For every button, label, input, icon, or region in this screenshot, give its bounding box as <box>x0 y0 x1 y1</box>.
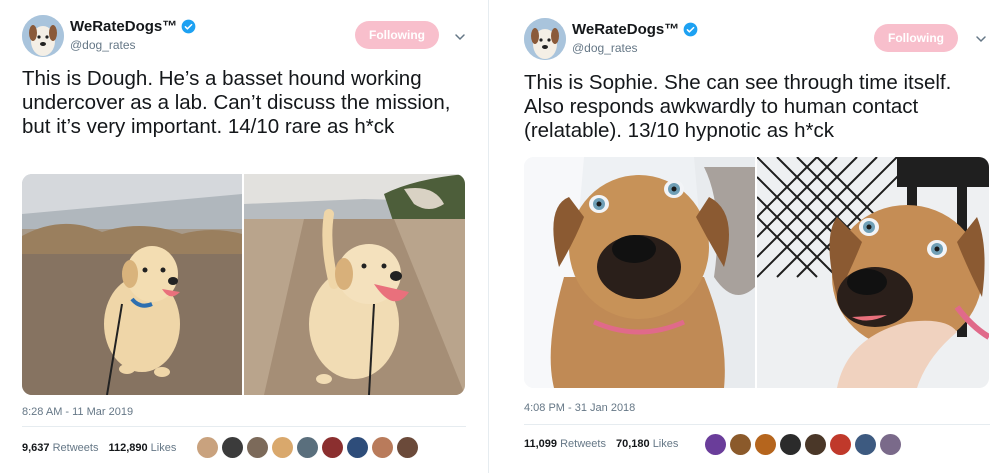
likes-count: 112,890 <box>108 442 148 454</box>
likes-count: 70,180 <box>615 438 650 450</box>
handle[interactable]: @dog_rates <box>70 38 196 52</box>
retweets-stat[interactable]: 9,637 Retweets <box>22 442 98 454</box>
retweets-label: Retweets <box>560 438 606 450</box>
chevron-down-icon[interactable] <box>974 32 988 46</box>
author-block[interactable]: WeRateDogs™ @dog_rates <box>572 21 698 55</box>
liker-avatar[interactable] <box>272 437 293 458</box>
liker-avatar[interactable] <box>297 437 318 458</box>
avatar[interactable] <box>524 18 566 60</box>
liker-avatar[interactable] <box>705 434 726 455</box>
photo-dog-in-snow[interactable] <box>524 157 755 388</box>
retweets-count: 11,099 <box>524 438 558 450</box>
liker-avatar[interactable] <box>755 434 776 455</box>
liker-avatar[interactable] <box>372 437 393 458</box>
tweet-stats: 11,099 Retweets 70,180 Likes <box>524 438 688 450</box>
tweet-text: This is Sophie. She can see through time… <box>524 71 952 142</box>
tweet-text: This is Dough. He’s a basset hound worki… <box>22 67 451 138</box>
tweet-stats: 9,637 Retweets 112,890 Likes <box>22 442 186 454</box>
separator <box>22 426 466 427</box>
handle[interactable]: @dog_rates <box>572 41 698 55</box>
column-divider <box>488 0 489 473</box>
liker-avatar[interactable] <box>197 437 218 458</box>
likes-stat[interactable]: 112,890 Likes <box>108 442 176 454</box>
liker-avatar[interactable] <box>780 434 801 455</box>
photo-dog-sitting[interactable] <box>22 174 242 395</box>
verified-badge-icon <box>181 19 196 34</box>
liker-avatar[interactable] <box>855 434 876 455</box>
photo-dog-by-fence[interactable] <box>757 157 989 388</box>
tweet-card-2: WeRateDogs™ @dog_rates Following This is… <box>500 0 1000 473</box>
liker-avatar[interactable] <box>397 437 418 458</box>
tweet-media[interactable] <box>22 174 465 395</box>
liker-avatar[interactable] <box>222 437 243 458</box>
tweet-media[interactable] <box>524 157 989 388</box>
display-name[interactable]: WeRateDogs™ <box>70 18 177 35</box>
likes-label: Likes <box>150 442 177 454</box>
likes-stat[interactable]: 70,180 Likes <box>616 438 678 450</box>
author-block[interactable]: WeRateDogs™ @dog_rates <box>70 18 196 52</box>
retweets-stat[interactable]: 11,099 Retweets <box>524 438 606 450</box>
retweets-count: 9,637 <box>22 442 50 454</box>
tweet-timestamp[interactable]: 4:08 PM - 31 Jan 2018 <box>524 402 635 414</box>
liker-avatars <box>705 434 901 455</box>
liker-avatar[interactable] <box>730 434 751 455</box>
liker-avatars <box>197 437 418 458</box>
retweets-label: Retweets <box>52 442 99 454</box>
following-button[interactable]: Following <box>355 21 439 49</box>
display-name[interactable]: WeRateDogs™ <box>572 21 679 38</box>
likes-label: Likes <box>652 438 679 450</box>
chevron-down-icon[interactable] <box>453 30 467 44</box>
liker-avatar[interactable] <box>830 434 851 455</box>
liker-avatar[interactable] <box>805 434 826 455</box>
following-button[interactable]: Following <box>874 24 958 52</box>
liker-avatar[interactable] <box>322 437 343 458</box>
liker-avatar[interactable] <box>880 434 901 455</box>
liker-avatar[interactable] <box>347 437 368 458</box>
liker-avatar[interactable] <box>247 437 268 458</box>
tweet-card-1: WeRateDogs™ @dog_rates Following This is… <box>0 0 486 473</box>
separator <box>524 424 990 425</box>
verified-badge-icon <box>683 22 698 37</box>
photo-dog-smiling[interactable] <box>244 174 465 395</box>
tweet-timestamp[interactable]: 8:28 AM - 11 Mar 2019 <box>22 406 133 418</box>
avatar[interactable] <box>22 15 64 57</box>
